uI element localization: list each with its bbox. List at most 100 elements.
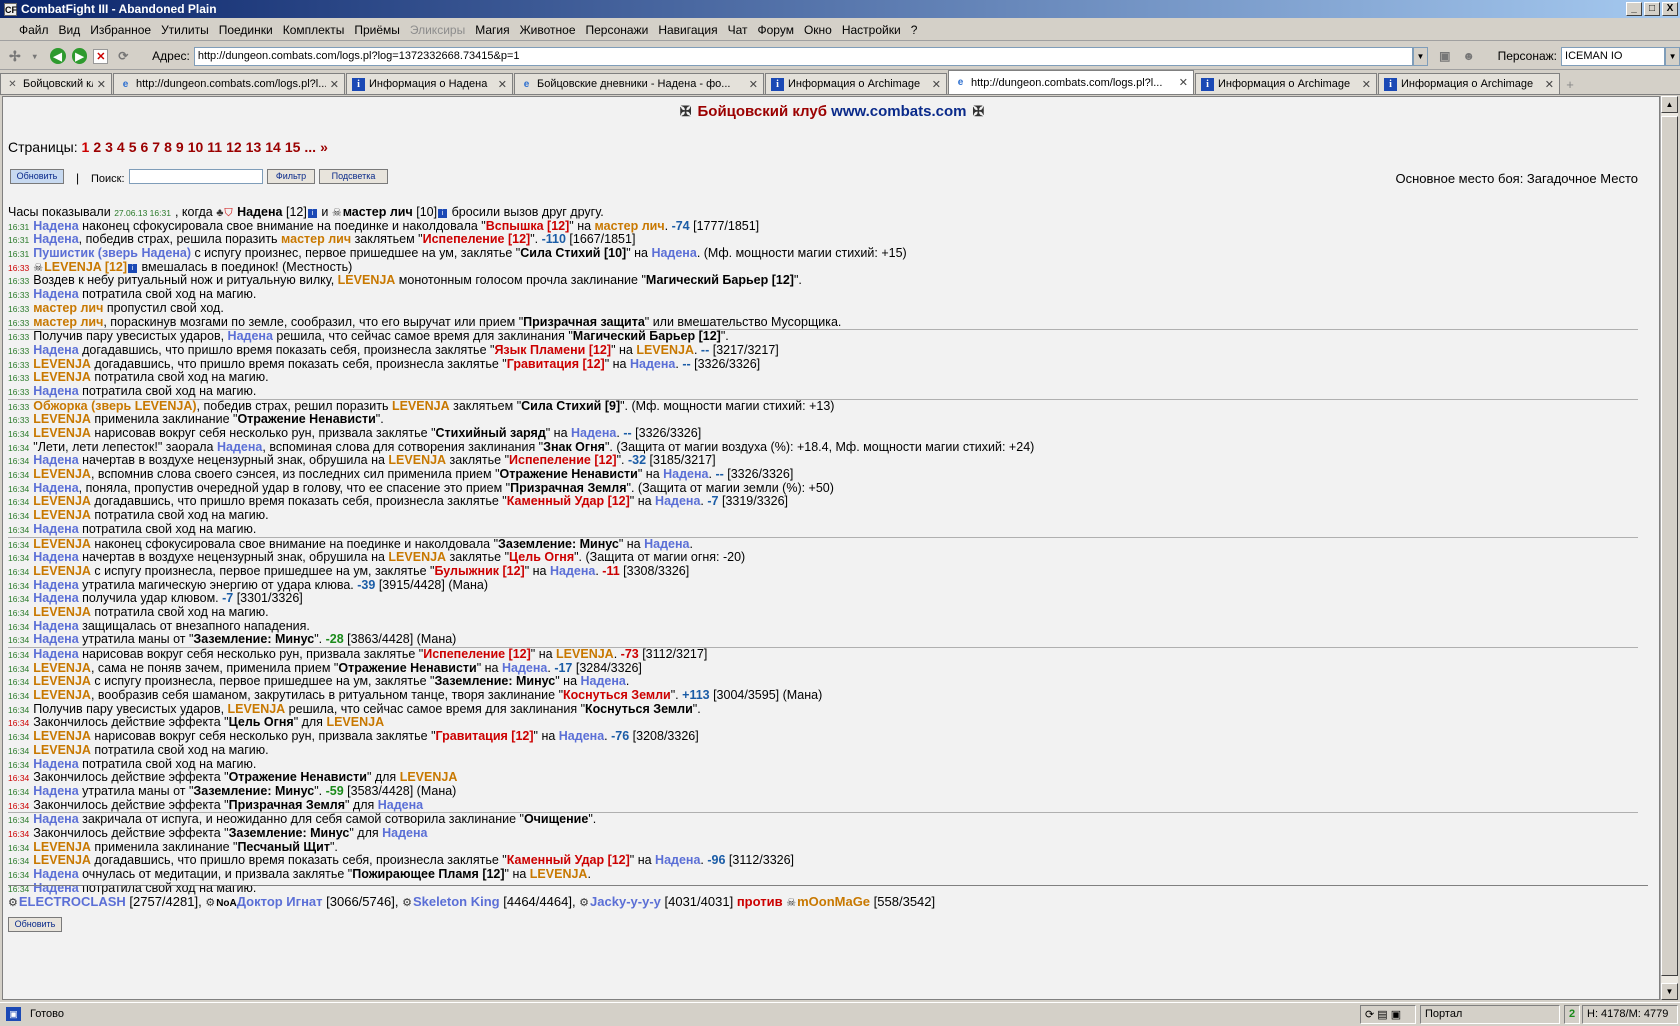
page-link[interactable]: 11 — [207, 139, 222, 155]
refresh-button[interactable]: Обновить — [10, 169, 64, 184]
scroll-down-icon[interactable]: ▼ — [1661, 983, 1678, 1000]
menu-item[interactable]: Форум — [753, 23, 799, 37]
menu-item[interactable]: Окно — [799, 23, 837, 37]
player-name[interactable]: Надена — [581, 674, 626, 689]
persona-icon[interactable]: ☻ — [1460, 47, 1478, 65]
menu-item[interactable]: Эликсиры — [405, 23, 470, 37]
close-icon[interactable]: ✕ — [498, 78, 507, 91]
player-name[interactable]: LEVENJA — [33, 743, 91, 757]
player-name[interactable]: Надена — [33, 343, 78, 357]
menu-item[interactable]: Навигация — [653, 23, 722, 37]
info-icon[interactable]: i — [128, 263, 138, 273]
page-link[interactable]: 7 — [152, 139, 160, 155]
page-link[interactable]: 13 — [246, 139, 262, 155]
team-player[interactable]: Jacky-y-y-y — [590, 894, 661, 909]
highlight-button[interactable]: Подсветка — [319, 169, 388, 184]
page-link[interactable]: 2 — [93, 139, 101, 155]
player-name[interactable]: Надена — [33, 867, 78, 881]
player-name[interactable]: Надена — [33, 219, 78, 233]
player-name[interactable]: LEVENJA — [228, 702, 286, 716]
player-name[interactable]: LEVENJA — [33, 370, 91, 384]
player-name[interactable]: Надена — [228, 329, 273, 343]
player-name[interactable]: LEVENJA — [400, 770, 458, 784]
page-link[interactable]: 15 — [285, 139, 301, 155]
player-name[interactable]: LEVENJA — [388, 453, 446, 468]
team-player[interactable]: Доктор Игнат — [237, 894, 323, 909]
player-name[interactable]: Надена — [33, 619, 78, 633]
team-player[interactable]: mOonMaGe — [797, 894, 870, 909]
player-name[interactable]: мастер лич — [33, 315, 103, 329]
intro-player2[interactable]: мастер лич — [343, 205, 413, 219]
close-button[interactable]: X — [1662, 2, 1678, 16]
player-name[interactable]: LEVENJA — [33, 537, 91, 551]
tab[interactable]: i Информация о Надена ✕ — [346, 73, 513, 94]
player-name[interactable]: LEVENJA — [33, 688, 91, 702]
minimize-button[interactable]: _ — [1626, 2, 1642, 16]
player-name[interactable]: LEVENJA — [392, 399, 450, 413]
player-name[interactable]: Надена — [655, 853, 700, 867]
page-link[interactable]: 3 — [105, 139, 113, 155]
close-icon[interactable]: ✕ — [1362, 78, 1371, 91]
player-name[interactable]: мастер лич — [281, 232, 351, 247]
refresh-button-bottom[interactable]: Обновить — [8, 917, 62, 932]
player-name[interactable]: Надена — [33, 784, 78, 798]
player-name[interactable]: мастер лич — [33, 301, 103, 315]
tab[interactable]: e http://dungeon.combats.com/logs.pl?l...… — [948, 70, 1194, 94]
page-link[interactable]: 10 — [188, 139, 204, 155]
player-name[interactable]: Надена — [559, 729, 604, 743]
player-name[interactable]: LEVENJA — [33, 494, 91, 509]
player-name[interactable]: Надена — [382, 826, 427, 840]
player-name[interactable]: LEVENJA — [33, 661, 91, 675]
address-dropdown-icon[interactable]: ▼ — [1412, 46, 1428, 66]
player-name[interactable]: LEVENJA — [33, 412, 91, 426]
scroll-up-icon[interactable]: ▲ — [1661, 96, 1678, 113]
player-name[interactable]: Надена — [33, 481, 78, 495]
player-name[interactable]: Надена — [33, 632, 78, 646]
team-player[interactable]: Skeleton King — [413, 894, 500, 909]
player-name[interactable]: LEVENJA — [326, 715, 384, 730]
player-name[interactable]: LEVENJA — [33, 508, 91, 522]
player-name[interactable]: Надена — [655, 494, 700, 509]
menu-item[interactable]: Приёмы — [349, 23, 405, 37]
player-name[interactable]: LEVENJA — [33, 729, 91, 743]
player-name[interactable]: LEVENJA — [33, 853, 91, 867]
page-link[interactable]: 12 — [226, 139, 242, 155]
page-link[interactable]: » — [320, 139, 328, 155]
close-icon[interactable]: ✕ — [1179, 76, 1188, 89]
menu-item[interactable]: Утилиты — [156, 23, 214, 37]
back-icon[interactable]: ◀ — [49, 48, 66, 64]
player-name[interactable]: LEVENJA — [33, 840, 91, 854]
filter-button[interactable]: Фильтр — [267, 169, 315, 184]
player-name[interactable]: Обжорка (зверь LEVENJA) — [33, 399, 196, 413]
player-name[interactable]: LEVENJA — [636, 343, 694, 357]
player-name[interactable]: Надена — [33, 453, 78, 468]
close-icon[interactable]: ✕ — [97, 78, 106, 91]
team-player[interactable]: ELECTROCLASH — [19, 894, 126, 909]
player-name[interactable]: Надена — [644, 537, 689, 551]
vertical-scrollbar[interactable]: ▲ ▼ — [1660, 96, 1678, 1000]
player-name[interactable]: Надена — [651, 246, 696, 260]
new-tab-icon[interactable]: + — [1561, 76, 1579, 94]
player-name[interactable]: Надена — [33, 550, 78, 564]
menu-item[interactable]: Поединки — [214, 23, 278, 37]
menu-item[interactable]: Чат — [723, 23, 753, 37]
menu-item[interactable]: Персонажи — [581, 23, 654, 37]
menu-item[interactable]: Файл — [14, 23, 54, 37]
tab[interactable]: i Информация о Archimage ✕ — [1195, 73, 1377, 94]
tab[interactable]: ✕ Бойцовский клуб ✕ — [0, 73, 112, 94]
refresh-icon[interactable]: ⟳ — [114, 47, 132, 65]
player-name[interactable]: LEVENJA — [33, 564, 91, 578]
close-icon[interactable]: ✕ — [1545, 78, 1554, 91]
menu-item[interactable]: Комплекты — [278, 23, 350, 37]
persona-dropdown-icon[interactable]: ▼ — [1665, 46, 1680, 66]
page-link[interactable]: 8 — [164, 139, 172, 155]
persona-select[interactable]: ICEMAN IO — [1561, 46, 1666, 66]
player-name[interactable]: LEVENJA — [388, 550, 446, 564]
go-icon[interactable]: ▣ — [1436, 47, 1454, 65]
player-name[interactable]: Надена — [33, 578, 78, 592]
menu-item[interactable]: Магия — [470, 23, 514, 37]
search-input[interactable] — [129, 169, 263, 184]
player-name[interactable]: Пушистик (зверь Надена) — [33, 246, 191, 260]
page-link[interactable]: 5 — [129, 139, 137, 155]
tab[interactable]: e Бойцовские дневники - Надена - фо... ✕ — [514, 73, 764, 94]
